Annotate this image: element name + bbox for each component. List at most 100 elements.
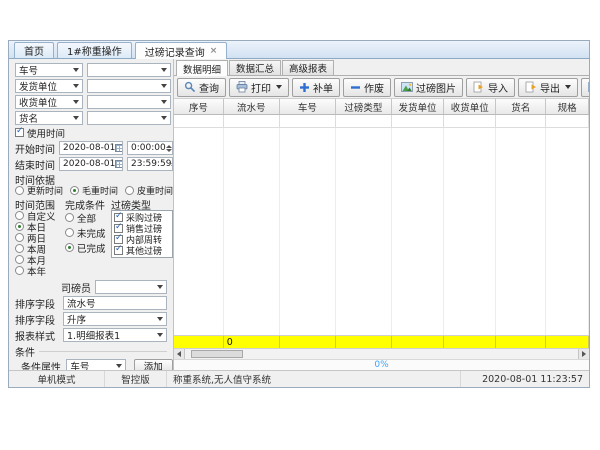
condition-attr-label: 条件属性 bbox=[21, 359, 62, 371]
radio-custom[interactable] bbox=[15, 211, 24, 220]
finish-condition-column: 完成条件 全部 未完成 已完成 bbox=[65, 198, 111, 276]
weigh-picture-button[interactable]: 过磅图片 bbox=[394, 78, 463, 97]
column-header[interactable]: 序号 bbox=[174, 99, 224, 114]
horizontal-scrollbar[interactable] bbox=[174, 348, 589, 359]
subtab-label: 高级报表 bbox=[289, 61, 327, 75]
subtab-advanced-report[interactable]: 高级报表 bbox=[282, 60, 334, 75]
column-header[interactable]: 收货单位 bbox=[444, 99, 496, 114]
main-tabbar: 首页 1#称重操作 过磅记录查询 × bbox=[9, 41, 589, 59]
button-label: 作废 bbox=[364, 80, 384, 95]
vehicle-field-selector[interactable]: 车号 bbox=[15, 63, 83, 77]
options-columns: 时间范围 自定义 本日 两日 本周 本月 本年 完成条件 全部 未完成 已完成 … bbox=[15, 198, 173, 276]
button-label: 打印 bbox=[251, 80, 271, 95]
chevron-down-icon bbox=[161, 116, 167, 120]
grid-header-row: 序号 流水号 车号 过磅类型 发货单位 收货单位 货名 规格 bbox=[174, 99, 589, 115]
checkbox-other[interactable] bbox=[114, 246, 123, 255]
chevron-down-icon bbox=[73, 100, 79, 104]
radio-tare-time[interactable] bbox=[125, 186, 134, 195]
column-header[interactable]: 发货单位 bbox=[392, 99, 444, 114]
radio-update-time[interactable] bbox=[15, 186, 24, 195]
checkbox-internal[interactable] bbox=[114, 235, 123, 244]
scroll-left-button[interactable] bbox=[174, 349, 185, 359]
radio-unfinished[interactable] bbox=[65, 228, 74, 237]
chevron-down-icon bbox=[161, 100, 167, 104]
condition-attr-combo[interactable]: 车号 bbox=[66, 359, 125, 370]
report-style-combo[interactable]: 1.明细报表1 bbox=[63, 328, 167, 342]
radio-all[interactable] bbox=[65, 213, 74, 222]
sort-order-label: 排序字段 bbox=[15, 312, 59, 327]
subtab-data-detail[interactable]: 数据明细 bbox=[176, 60, 228, 76]
column-header[interactable]: 货名 bbox=[496, 99, 546, 114]
spinner-arrows-icon[interactable] bbox=[171, 161, 173, 168]
vehicle-value-combo[interactable] bbox=[87, 63, 171, 77]
filter-row-receiver: 收货单位 bbox=[15, 95, 173, 109]
radio-label: 毛重时间 bbox=[82, 184, 118, 197]
spinner-arrows-icon[interactable] bbox=[166, 145, 172, 152]
start-time-spinner[interactable]: 0:00:00 bbox=[127, 141, 173, 155]
sort-field-input[interactable]: 流水号 bbox=[63, 296, 167, 310]
supplement-order-button[interactable]: 补单 bbox=[292, 78, 340, 97]
import-icon bbox=[473, 81, 485, 93]
chevron-down-icon bbox=[157, 317, 163, 321]
button-label: 导入 bbox=[488, 80, 508, 95]
receiver-field-selector[interactable]: 收货单位 bbox=[15, 95, 83, 109]
data-subtabs: 数据明细 数据汇总 高级报表 bbox=[174, 59, 589, 76]
goods-field-selector[interactable]: 货名 bbox=[15, 111, 83, 125]
tab-home[interactable]: 首页 bbox=[14, 42, 54, 58]
radio-this-year[interactable] bbox=[15, 266, 24, 275]
start-time-row: 开始时间 2020-08-01 0:00:00 bbox=[15, 141, 173, 155]
weigh-type-box: 采购过磅 销售过磅 内部周转 其他过磅 bbox=[111, 210, 173, 258]
calendar-icon bbox=[115, 160, 123, 168]
triangle-right-icon bbox=[582, 351, 586, 357]
checkbox-purchase[interactable] bbox=[114, 213, 123, 222]
column-header[interactable]: 车号 bbox=[280, 99, 336, 114]
import-button[interactable]: 导入 bbox=[466, 78, 515, 97]
triangle-left-icon bbox=[177, 351, 181, 357]
sort-field-label: 排序字段 bbox=[15, 296, 59, 311]
radio-finished[interactable] bbox=[65, 243, 74, 252]
close-icon[interactable]: × bbox=[210, 47, 218, 56]
radio-this-week[interactable] bbox=[15, 244, 24, 253]
column-header[interactable]: 流水号 bbox=[224, 99, 280, 114]
radio-label: 更新时间 bbox=[27, 184, 63, 197]
grid-body[interactable] bbox=[174, 128, 589, 335]
settings-button[interactable]: 设置 bbox=[581, 78, 589, 97]
column-header[interactable]: 过磅类型 bbox=[336, 99, 392, 114]
subtab-data-summary[interactable]: 数据汇总 bbox=[229, 60, 281, 75]
receiver-value-combo[interactable] bbox=[87, 95, 171, 109]
radio-this-month[interactable] bbox=[15, 255, 24, 264]
status-bar: 单机模式 智控版 称重系统,无人值守系统 2020-08-01 11:23:57 bbox=[9, 370, 589, 387]
radio-gross-time[interactable] bbox=[70, 186, 79, 195]
query-button[interactable]: 查询 bbox=[177, 78, 226, 97]
dropdown-arrow-icon bbox=[276, 85, 282, 89]
void-button[interactable]: 作废 bbox=[343, 78, 391, 97]
field-label: 收货单位 bbox=[19, 95, 57, 109]
tab-record-query[interactable]: 过磅记录查询 × bbox=[135, 42, 228, 59]
print-button[interactable]: 打印 bbox=[229, 78, 289, 97]
radio-label: 本年 bbox=[27, 264, 46, 278]
use-time-checkbox[interactable] bbox=[15, 128, 24, 137]
export-button[interactable]: 导出 bbox=[518, 78, 578, 97]
tab-weighing-operation[interactable]: 1#称重操作 bbox=[57, 42, 132, 58]
sort-order-combo[interactable]: 升序 bbox=[63, 312, 167, 326]
weigher-combo[interactable] bbox=[95, 280, 167, 294]
radio-two-days[interactable] bbox=[15, 233, 24, 242]
end-date-picker[interactable]: 2020-08-01 bbox=[59, 157, 123, 171]
radio-today[interactable] bbox=[15, 222, 24, 231]
data-panel: 数据明细 数据汇总 高级报表 查询 打印 补单 bbox=[174, 59, 589, 370]
add-condition-button[interactable]: 添加 bbox=[134, 359, 173, 371]
settings-icon bbox=[588, 81, 589, 93]
start-date-picker[interactable]: 2020-08-01 bbox=[59, 141, 123, 155]
column-header[interactable]: 规格 bbox=[546, 99, 589, 114]
end-time-spinner[interactable]: 23:59:59 bbox=[127, 157, 173, 171]
shipper-value-combo[interactable] bbox=[87, 79, 171, 93]
checkbox-sales[interactable] bbox=[114, 224, 123, 233]
scroll-right-button[interactable] bbox=[578, 349, 589, 359]
scrollbar-thumb[interactable] bbox=[191, 350, 243, 358]
goods-value-combo[interactable] bbox=[87, 111, 171, 125]
shipper-field-selector[interactable]: 发货单位 bbox=[15, 79, 83, 93]
record-grid: 序号 流水号 车号 过磅类型 发货单位 收货单位 货名 规格 0 bbox=[174, 99, 589, 370]
start-time-value: 0:00:00 bbox=[131, 143, 166, 153]
grid-empty-row bbox=[174, 115, 589, 128]
start-time-label: 开始时间 bbox=[15, 141, 55, 156]
